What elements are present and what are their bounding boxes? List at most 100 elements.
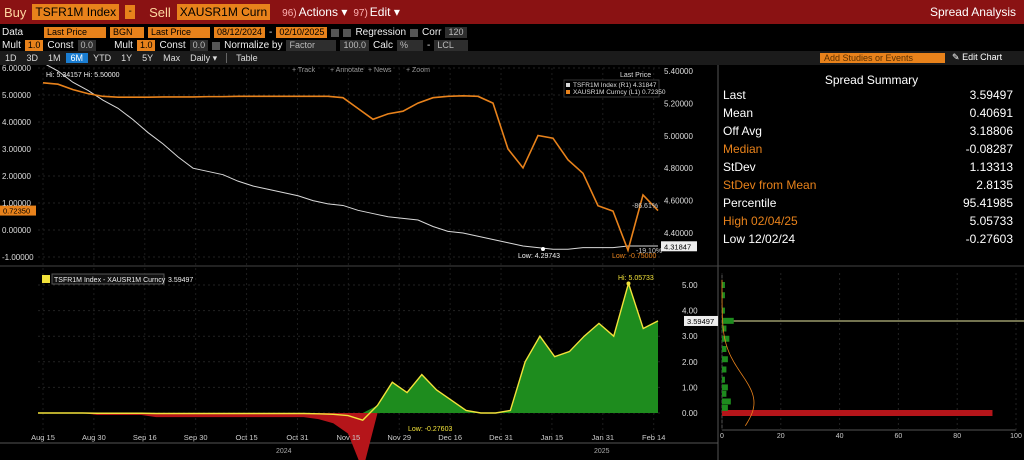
chevron-down-icon: ▾ xyxy=(341,5,348,19)
calc-field[interactable]: % xyxy=(397,40,424,51)
summary-row: Low 12/02/24 -0.27603 xyxy=(723,232,1013,246)
summary-row: StDev 1.13313 xyxy=(723,160,1013,174)
frequency-dropdown[interactable]: Daily ▾ xyxy=(185,53,222,64)
chart-tools[interactable]: + Track + Annotate + News + Zoom xyxy=(292,67,430,74)
histogram-bar xyxy=(722,317,734,324)
hist-tick-label: 60 xyxy=(895,433,903,440)
bottom-tick-label: 0.00 xyxy=(682,409,698,418)
tab-6m[interactable]: 6M xyxy=(65,53,89,63)
histogram-bar xyxy=(722,410,993,416)
summary-value: -0.27603 xyxy=(965,232,1013,246)
calendar-icon[interactable] xyxy=(331,28,340,37)
edit-chart-button[interactable]: ✎ Edit Chart xyxy=(952,52,1002,63)
corr-checkbox[interactable] xyxy=(410,28,419,37)
hist-tick-label: 80 xyxy=(953,433,961,440)
sell-security-field[interactable]: XAUSR1M Curn xyxy=(176,4,271,20)
mult-field-1[interactable]: 1.0 xyxy=(24,40,44,51)
edit-menu[interactable]: 97) Edit ▾ xyxy=(353,5,400,19)
summary-key: Last xyxy=(723,88,746,102)
histogram-bar xyxy=(722,335,730,342)
chart-tool-news[interactable]: + News xyxy=(368,67,392,74)
spread-axis-marker-label: 3.59497 xyxy=(687,317,714,326)
tab-max[interactable]: Max xyxy=(158,53,185,63)
histogram-bar xyxy=(722,404,728,411)
chart-tool-zoom[interactable]: + Zoom xyxy=(406,67,430,74)
left-tick-label: 2.00000 xyxy=(2,172,31,181)
spread-hi-marker xyxy=(626,281,631,286)
actions-menu[interactable]: 96) Actions ▾ xyxy=(282,5,347,19)
buy-dropdown-icon[interactable]: - xyxy=(125,5,136,19)
calc-dash: - xyxy=(427,40,431,51)
summary-key: Low 12/02/24 xyxy=(723,232,796,246)
right-tick-label: 4.60000 xyxy=(664,197,693,206)
regression-checkbox[interactable] xyxy=(343,28,352,37)
left-tick-label: 6.00000 xyxy=(2,65,31,73)
summary-key: Percentile xyxy=(723,196,777,210)
buy-security-field[interactable]: TSFR1M Index xyxy=(32,4,120,20)
normalize-checkbox[interactable] xyxy=(212,41,221,50)
tab-1y[interactable]: 1Y xyxy=(116,53,137,63)
summary-row: Last 3.59497 xyxy=(723,88,1013,102)
summary-value: 1.13313 xyxy=(969,160,1013,174)
summary-key: Off Avg xyxy=(723,124,762,138)
histogram-bar xyxy=(722,398,731,405)
hist-tick-label: 40 xyxy=(836,433,844,440)
mult-field-2[interactable]: 1.0 xyxy=(136,40,156,51)
start-date-field[interactable]: 08/12/2024 xyxy=(214,27,266,38)
spread-summary-panel: Spread Summary Last 3.59497 Mean 0.40691 Off… xyxy=(719,65,1024,265)
source-field[interactable]: BGN xyxy=(110,27,144,38)
x-tick-label: Aug 30 xyxy=(82,433,106,442)
corr-field[interactable]: 120 xyxy=(445,27,467,38)
const-label-1: Const xyxy=(47,40,74,51)
date-dash: - xyxy=(269,27,273,38)
tab-ytd[interactable]: YTD xyxy=(88,53,116,63)
tab-1d[interactable]: 1D xyxy=(0,53,22,63)
left-tick-label: 0.00000 xyxy=(2,226,31,235)
histogram-bar xyxy=(722,384,728,391)
buy-label: Buy xyxy=(4,4,27,20)
right-tick-label: 4.80000 xyxy=(664,164,693,173)
add-studies-input[interactable]: Add Studies or Events xyxy=(820,53,945,63)
summary-value: -0.08287 xyxy=(965,142,1013,156)
x-tick-label: Sep 30 xyxy=(184,433,208,442)
calc-label: Calc xyxy=(373,40,394,51)
x-tick-label: Nov 15 xyxy=(336,433,360,442)
const-field-1[interactable]: 0.0 xyxy=(77,40,97,51)
summary-row: Percentile 95.41985 xyxy=(723,196,1013,210)
legend-title: Last Price xyxy=(620,72,651,79)
bottom-tick-label: 1.00 xyxy=(682,383,698,392)
legend-entry: XAUSR1M Curncy (L1) 0.72350 xyxy=(573,89,666,96)
end-date-field[interactable]: 02/10/2025 xyxy=(276,27,328,38)
pct-annotation-orange: -86.61% xyxy=(632,203,658,210)
spread-legend-value: 3.59497 xyxy=(168,277,193,284)
right-tick-label: 4.40000 xyxy=(664,229,693,238)
normalize-field[interactable]: Factor xyxy=(286,40,337,51)
left-tick-label: 4.00000 xyxy=(2,118,31,127)
right-tick-label: 5.40000 xyxy=(664,67,693,76)
table-button[interactable]: Table xyxy=(231,53,263,63)
legend-entry: TSFR1M Index (R1) 4.31847 xyxy=(573,82,657,89)
summary-value: 0.40691 xyxy=(969,106,1013,120)
mult-label-1: Mult xyxy=(2,40,21,51)
sell-label: Sell xyxy=(149,4,171,20)
tab-1m[interactable]: 1M xyxy=(43,53,66,63)
chart-tool-track[interactable]: + Track xyxy=(292,67,316,74)
x-tick-label: Nov 29 xyxy=(387,433,411,442)
x-tick-label: Oct 15 xyxy=(236,433,258,442)
summary-title: Spread Summary xyxy=(824,73,919,87)
summary-row: StDev from Mean 2.8135 xyxy=(723,178,1013,192)
factor-field[interactable]: 100.0 xyxy=(340,40,370,51)
currency-field[interactable]: LCL xyxy=(434,40,469,51)
tab-3d[interactable]: 3D xyxy=(22,53,44,63)
chart-tool-annotate[interactable]: + Annotate xyxy=(330,67,364,74)
x-tick-label: Jan 15 xyxy=(541,433,564,442)
summary-key: StDev xyxy=(723,160,756,174)
chevron-down-icon: ▾ xyxy=(212,52,218,63)
data-field-2[interactable]: Last Price xyxy=(148,27,210,38)
year-label: 2025 xyxy=(594,448,610,455)
tab-5y[interactable]: 5Y xyxy=(137,53,158,63)
mult-label-2: Mult xyxy=(114,40,133,51)
summary-key: Median xyxy=(723,142,763,156)
data-field-1[interactable]: Last Price xyxy=(44,27,106,38)
const-field-2[interactable]: 0.0 xyxy=(189,40,209,51)
